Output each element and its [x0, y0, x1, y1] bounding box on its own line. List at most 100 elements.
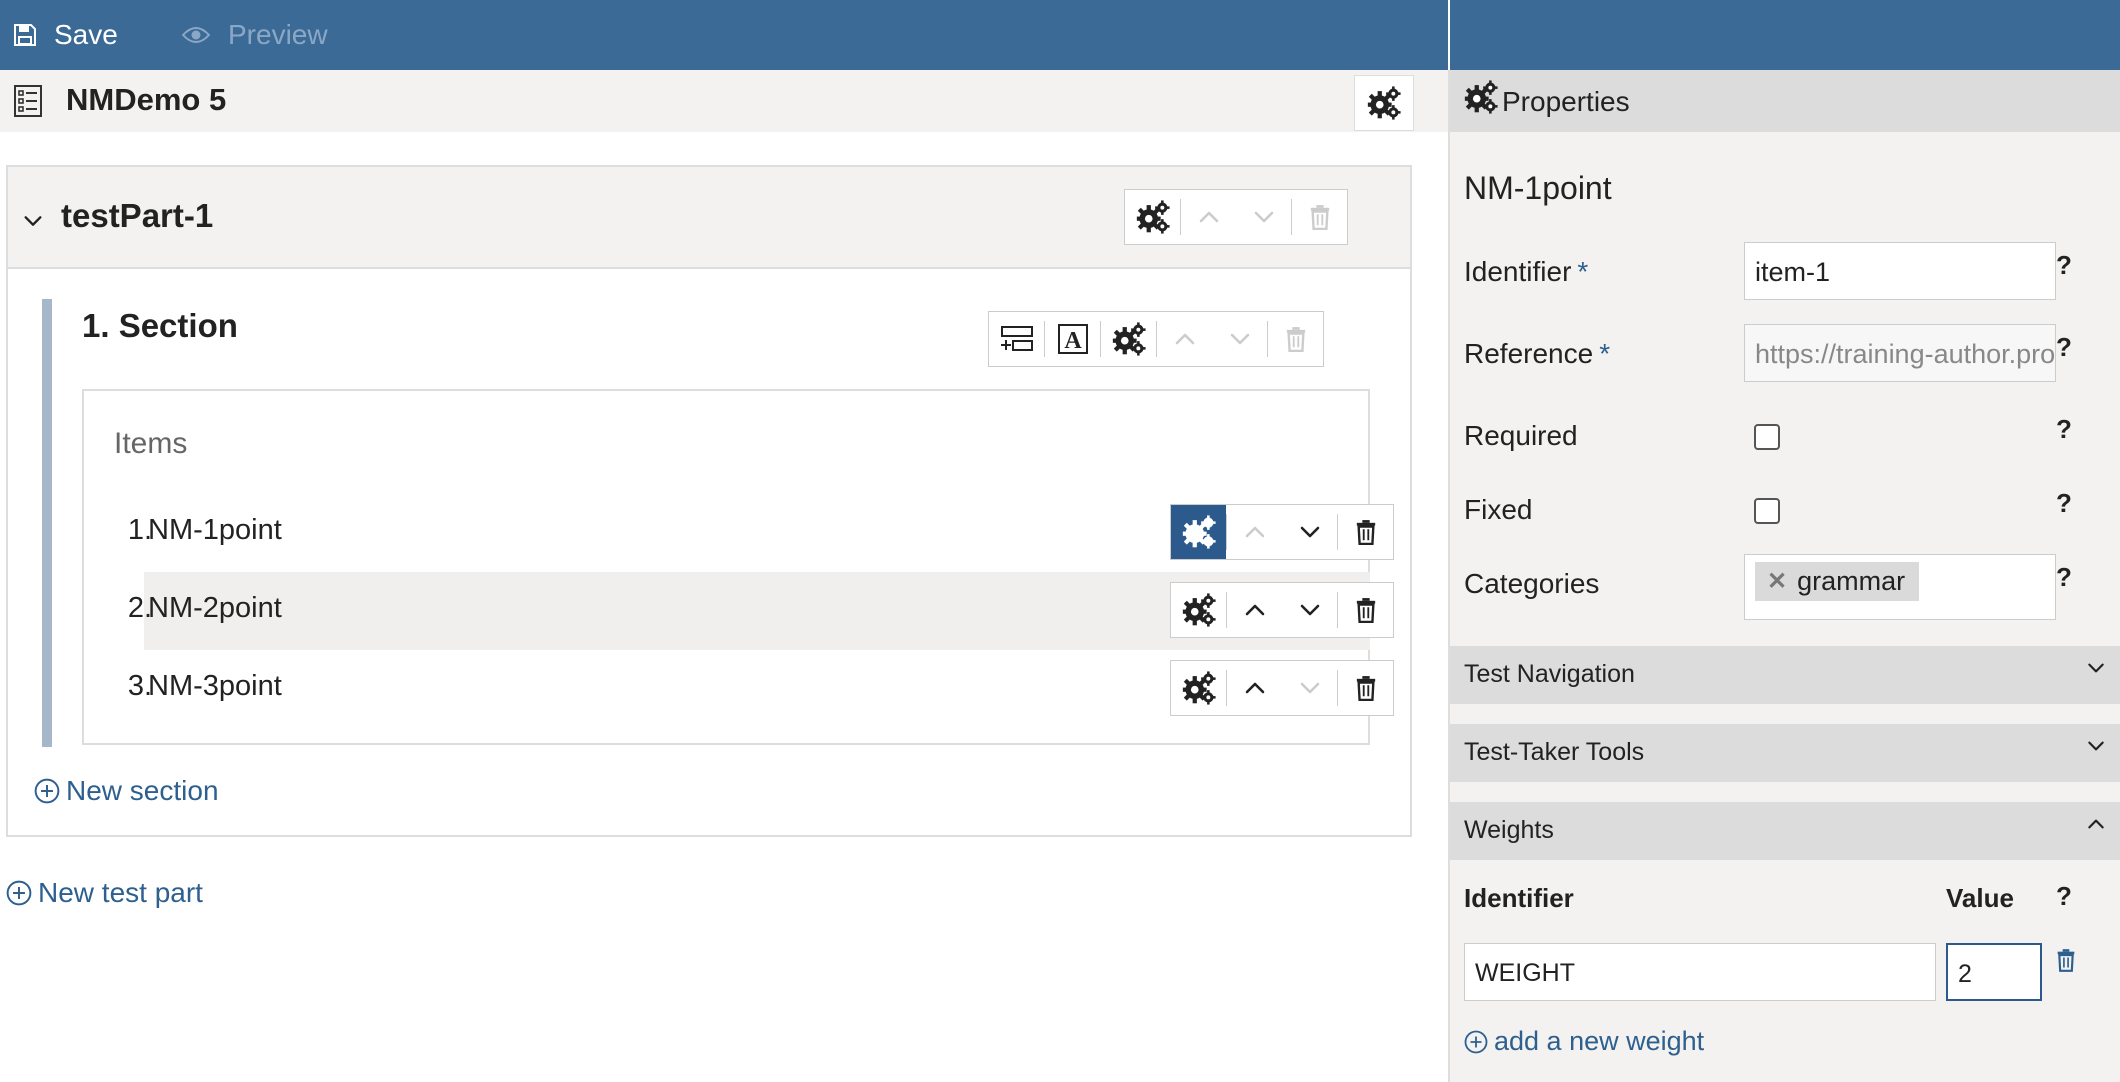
new-test-part-label: New test part	[38, 877, 203, 908]
trash-icon	[1309, 204, 1331, 230]
help-icon[interactable]: ?	[2056, 332, 2072, 363]
item-name: NM-1point	[148, 514, 282, 546]
test-part-title: testPart-1	[61, 197, 214, 234]
help-icon[interactable]: ?	[2056, 562, 2072, 593]
test-title-row: NMDemo 5	[0, 70, 1448, 132]
item-properties-button[interactable]	[1171, 661, 1226, 715]
weights-identifier-header: Identifier	[1464, 883, 1574, 913]
save-button[interactable]: Save	[14, 0, 118, 70]
help-icon[interactable]: ?	[2056, 881, 2072, 912]
item-properties-button[interactable]	[1171, 583, 1226, 637]
item-toolbar	[1170, 504, 1394, 560]
save-label: Save	[54, 19, 118, 50]
move-down-button[interactable]	[1282, 583, 1337, 637]
categories-input[interactable]: ✕ grammar	[1744, 554, 2056, 620]
properties-title: Properties	[1502, 86, 1630, 117]
help-icon[interactable]: ?	[2056, 250, 2072, 281]
move-up-button[interactable]	[1227, 505, 1282, 559]
chevron-up-icon	[1243, 520, 1267, 544]
chevron-down-icon	[2086, 736, 2106, 756]
chevron-down-icon	[1228, 327, 1252, 351]
fixed-label: Fixed	[1464, 494, 1533, 525]
chevron-down-icon	[1252, 205, 1276, 229]
accordion-title: Weights	[1464, 816, 1554, 844]
new-section-link[interactable]: New section	[34, 775, 219, 807]
trash-icon	[1285, 326, 1307, 352]
required-checkbox[interactable]	[1754, 424, 1780, 450]
item-row[interactable]: 1. NM-1point	[128, 494, 1394, 572]
delete-button[interactable]	[1338, 505, 1393, 559]
test-part-properties-button[interactable]	[1125, 190, 1180, 244]
chevron-down-icon	[1298, 598, 1322, 622]
plus-circle-icon	[6, 880, 32, 906]
section-title: 1. Section	[82, 307, 238, 344]
move-up-button[interactable]	[1227, 661, 1282, 715]
help-icon[interactable]: ?	[2056, 414, 2072, 445]
identifier-row: Identifier * item-1 ?	[1464, 242, 2104, 302]
chevron-up-icon	[1243, 598, 1267, 622]
preview-button[interactable]: Preview	[182, 0, 328, 70]
item-name: NM-2point	[148, 592, 282, 624]
delete-button[interactable]	[1338, 583, 1393, 637]
item-number: 1.	[127, 514, 152, 546]
item-toolbar	[1170, 660, 1394, 716]
add-rubric-block-button[interactable]: A	[1045, 312, 1100, 366]
fixed-checkbox[interactable]	[1754, 498, 1780, 524]
chevron-up-icon	[2086, 814, 2106, 834]
test-taker-tools-accordion[interactable]: Test-Taker Tools	[1450, 724, 2120, 782]
new-section-label: New section	[66, 775, 219, 806]
chevron-down-icon	[2086, 658, 2106, 678]
weights-accordion[interactable]: Weights	[1450, 802, 2120, 860]
move-down-button[interactable]	[1282, 661, 1337, 715]
move-up-button[interactable]	[1227, 583, 1282, 637]
eye-icon	[182, 25, 210, 45]
remove-tag-icon[interactable]: ✕	[1767, 567, 1787, 596]
topbar-right-area	[1450, 0, 2120, 70]
test-properties-button[interactable]	[1354, 75, 1414, 131]
move-up-button[interactable]	[1181, 190, 1236, 244]
delete-weight-icon[interactable]	[2056, 948, 2076, 972]
properties-panel: Properties NM-1point Identifier * item-1 …	[1448, 70, 2120, 1082]
add-weight-link[interactable]: add a new weight	[1464, 1026, 1704, 1057]
move-down-button[interactable]	[1282, 505, 1337, 559]
weight-value-input[interactable]: 2	[1946, 943, 2042, 1001]
accordion-title: Test-Taker Tools	[1464, 738, 1645, 766]
test-title: NMDemo 5	[66, 82, 227, 117]
move-down-button[interactable]	[1236, 190, 1291, 244]
identifier-label: Identifier *	[1464, 256, 1589, 287]
delete-button[interactable]	[1292, 190, 1347, 244]
item-row[interactable]: 2. NM-2point	[128, 572, 1394, 650]
gears-icon	[1182, 671, 1216, 705]
new-test-part-link[interactable]: New test part	[6, 877, 203, 909]
gears-icon	[1464, 80, 1498, 114]
trash-icon	[1355, 675, 1377, 701]
required-label: Required	[1464, 420, 1578, 451]
object-title: NM-1point	[1464, 170, 1612, 206]
preview-label: Preview	[228, 19, 328, 50]
item-properties-button[interactable]	[1171, 505, 1226, 559]
items-box: Items 1. NM-1point 2. NM-2point 3. NM-3p…	[82, 389, 1394, 745]
gears-icon	[1367, 86, 1401, 120]
item-number: 2.	[127, 592, 152, 624]
move-down-button[interactable]	[1212, 312, 1267, 366]
reference-label: Reference *	[1464, 338, 1611, 369]
delete-button[interactable]	[1268, 312, 1323, 366]
weight-identifier-input[interactable]: WEIGHT	[1464, 943, 1936, 1001]
add-subsection-button[interactable]	[989, 312, 1044, 366]
section-toolbar: A	[988, 311, 1324, 367]
item-number: 3.	[127, 670, 152, 702]
help-icon[interactable]: ?	[2056, 488, 2072, 519]
section-bar	[42, 299, 52, 747]
collapse-chevron-icon[interactable]	[22, 210, 44, 232]
test-navigation-accordion[interactable]: Test Navigation	[1450, 646, 2120, 704]
move-up-button[interactable]	[1157, 312, 1212, 366]
section-properties-button[interactable]	[1101, 312, 1156, 366]
category-tag: ✕ grammar	[1755, 562, 1920, 601]
identifier-input[interactable]: item-1	[1744, 242, 2056, 300]
reference-input[interactable]: https://training-author.pro	[1744, 324, 2056, 382]
categories-label: Categories	[1464, 568, 1600, 599]
chevron-up-icon	[1197, 205, 1221, 229]
floppy-disk-icon	[14, 24, 36, 46]
delete-button[interactable]	[1338, 661, 1393, 715]
item-row[interactable]: 3. NM-3point	[128, 650, 1394, 728]
